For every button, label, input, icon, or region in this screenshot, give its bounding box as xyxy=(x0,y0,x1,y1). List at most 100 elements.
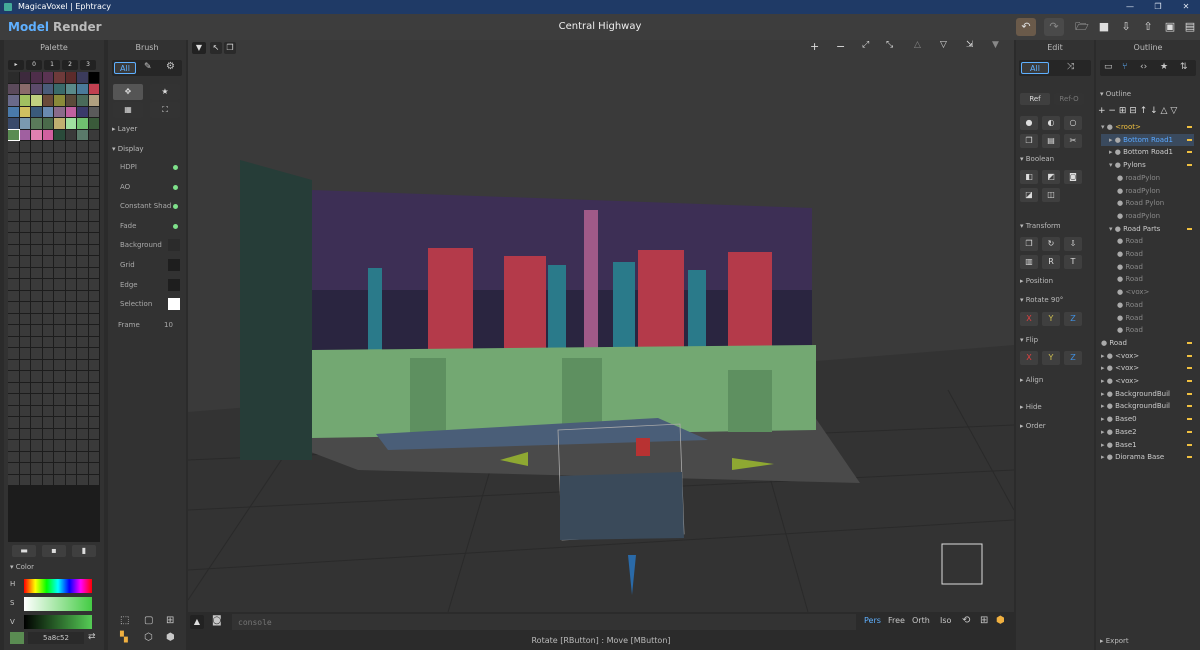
position-section[interactable]: ▸ Position xyxy=(1016,277,1053,285)
palette-color-cell[interactable] xyxy=(77,164,88,175)
palette-color-cell[interactable] xyxy=(54,348,65,359)
remove-icon[interactable]: − xyxy=(1108,106,1116,116)
palette-color-cell[interactable] xyxy=(31,210,42,221)
gear-icon[interactable]: ⚙ xyxy=(166,61,175,72)
visibility-marker[interactable] xyxy=(1187,380,1192,382)
palette-color-cell[interactable] xyxy=(65,83,76,94)
palette-grid[interactable] xyxy=(8,72,100,542)
palette-color-cell[interactable] xyxy=(8,348,19,359)
palette-color-cell[interactable] xyxy=(65,417,76,428)
move-down-icon[interactable]: ↓ xyxy=(1150,106,1158,116)
scissors-icon[interactable]: ✂ xyxy=(1064,134,1082,148)
palette-color-cell[interactable] xyxy=(8,267,19,278)
palette-color-cell[interactable] xyxy=(65,279,76,290)
palette-color-cell[interactable] xyxy=(31,405,42,416)
palette-color-cell[interactable] xyxy=(77,267,88,278)
palette-color-cell[interactable] xyxy=(77,428,88,439)
merge-icon[interactable]: ◪ xyxy=(1020,188,1038,202)
outline-item[interactable]: ▸ ● <vox> xyxy=(1101,350,1194,363)
color-hex-input[interactable]: 5a8c52 xyxy=(28,632,84,644)
palette-color-cell[interactable] xyxy=(88,164,99,175)
ungroup-icon[interactable]: ⊟ xyxy=(1129,106,1137,116)
palette-color-cell[interactable] xyxy=(8,256,19,267)
export-icon[interactable]: ⇩ xyxy=(1116,18,1136,36)
outline-item[interactable]: ● Road xyxy=(1101,299,1194,312)
color-swatch[interactable] xyxy=(168,239,180,252)
palette-color-cell[interactable] xyxy=(77,394,88,405)
rotate-view-icon[interactable]: ⟲ xyxy=(962,615,970,626)
palette-color-cell[interactable] xyxy=(65,359,76,370)
palette-color-cell[interactable] xyxy=(65,463,76,474)
palette-color-cell[interactable] xyxy=(42,256,53,267)
download-icon[interactable]: ⇩ xyxy=(1064,237,1082,251)
circle-outline-icon[interactable]: ○ xyxy=(1064,116,1082,130)
visibility-marker[interactable] xyxy=(1187,443,1192,446)
move-up-icon[interactable]: ↑ xyxy=(1140,106,1148,116)
palette-color-cell[interactable] xyxy=(42,164,53,175)
folder-icon[interactable]: ▭ xyxy=(1104,62,1113,72)
palette-color-cell[interactable] xyxy=(8,417,19,428)
color-swatch[interactable] xyxy=(168,298,180,311)
palette-color-cell[interactable] xyxy=(65,118,76,129)
palette-color-cell[interactable] xyxy=(8,394,19,405)
palette-color-cell[interactable] xyxy=(42,428,53,439)
palette-color-cell[interactable] xyxy=(54,451,65,462)
outline-item[interactable]: ▸ ● Base1 xyxy=(1101,439,1194,452)
scene-render[interactable] xyxy=(188,40,1014,612)
palette-color-cell[interactable] xyxy=(31,175,42,186)
palette-color-cell[interactable] xyxy=(65,198,76,209)
display-section[interactable]: ▾ Display xyxy=(108,145,144,153)
flip-x-button[interactable]: X xyxy=(1020,351,1038,365)
palette-color-cell[interactable] xyxy=(54,405,65,416)
close-button[interactable]: ✕ xyxy=(1172,0,1200,14)
toggle-on-indicator[interactable] xyxy=(173,204,178,210)
cut-icon[interactable]: ⬚ xyxy=(120,615,129,626)
clipboard-icon[interactable]: ▥ xyxy=(1020,255,1038,269)
palette-color-cell[interactable] xyxy=(77,210,88,221)
brush-mode-all[interactable]: All xyxy=(114,62,136,74)
palette-color-cell[interactable] xyxy=(77,152,88,163)
outline-item[interactable]: ● roadPylon xyxy=(1101,210,1194,223)
palette-color-cell[interactable] xyxy=(65,164,76,175)
palette-color-cell[interactable] xyxy=(54,129,65,140)
visibility-marker[interactable] xyxy=(1187,354,1192,357)
palette-color-cell[interactable] xyxy=(54,474,65,485)
palette-color-cell[interactable] xyxy=(42,175,53,186)
palette-color-cell[interactable] xyxy=(88,279,99,290)
visibility-marker[interactable] xyxy=(1187,151,1192,154)
palette-color-cell[interactable] xyxy=(8,210,19,221)
palette-color-cell[interactable] xyxy=(8,175,19,186)
palette-color-cell[interactable] xyxy=(65,325,76,336)
code-icon[interactable]: ‹› xyxy=(1140,62,1147,72)
palette-color-cell[interactable] xyxy=(88,371,99,382)
palette-color-cell[interactable] xyxy=(31,290,42,301)
outline-arrow-icon[interactable]: ▸ ● xyxy=(1109,148,1123,156)
zoom-in-icon[interactable]: + xyxy=(810,40,819,53)
palette-color-cell[interactable] xyxy=(88,267,99,278)
palette-color-cell[interactable] xyxy=(65,428,76,439)
palette-color-cell[interactable] xyxy=(19,72,30,83)
palette-color-cell[interactable] xyxy=(42,302,53,313)
outline-item[interactable]: ▾ ● Pylons xyxy=(1101,159,1194,172)
palette-color-cell[interactable] xyxy=(31,371,42,382)
display-option[interactable]: Grid xyxy=(108,256,186,276)
palette-color-cell[interactable] xyxy=(8,152,19,163)
palette-color-cell[interactable] xyxy=(31,152,42,163)
palette-color-cell[interactable] xyxy=(42,267,53,278)
palette-color-cell[interactable] xyxy=(65,371,76,382)
circle-half-icon[interactable]: ◐ xyxy=(1042,116,1060,130)
dropdown-icon[interactable]: ▼ xyxy=(192,42,206,54)
outline-item[interactable]: ▸ ● Base2 xyxy=(1101,426,1194,439)
palette-color-cell[interactable] xyxy=(8,474,19,485)
palette-color-cell[interactable] xyxy=(88,106,99,117)
palette-color-cell[interactable] xyxy=(54,141,65,152)
palette-color-cell[interactable] xyxy=(88,463,99,474)
palette-color-cell[interactable] xyxy=(65,106,76,117)
rotate-icon[interactable]: ↻ xyxy=(1042,237,1060,251)
split-icon[interactable]: ◫ xyxy=(1042,188,1060,202)
visibility-marker[interactable] xyxy=(1187,138,1192,141)
outline-item[interactable]: ▸ ● <vox> xyxy=(1101,375,1194,388)
palette-color-cell[interactable] xyxy=(8,359,19,370)
palette-color-cell[interactable] xyxy=(88,336,99,347)
palette-tab[interactable]: 0 xyxy=(26,60,42,70)
